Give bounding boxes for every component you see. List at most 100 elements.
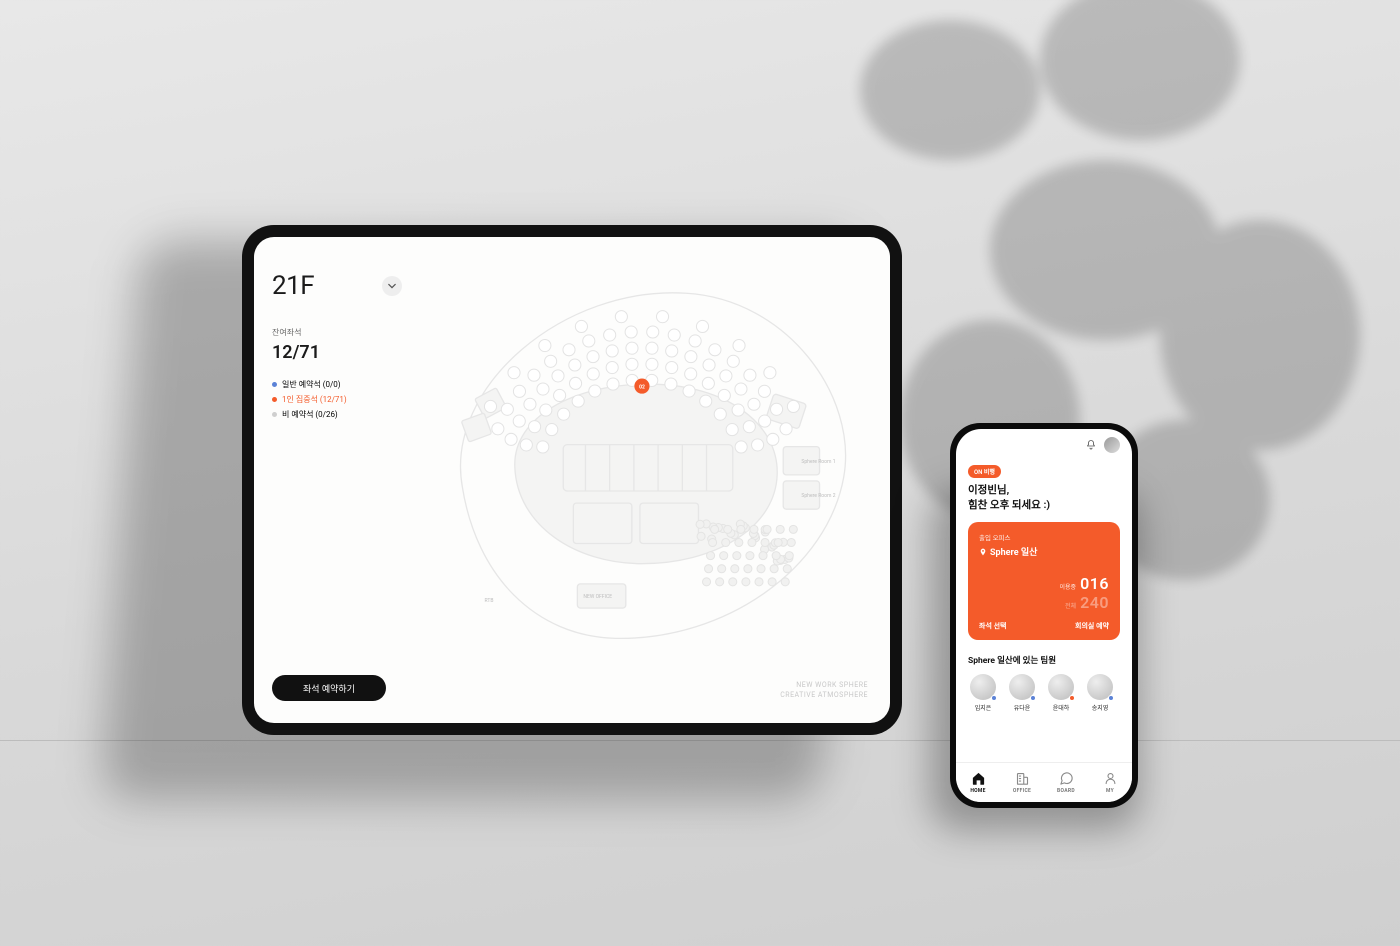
seat[interactable]	[529, 421, 541, 433]
card-stats: 이용중016 전체240	[1060, 574, 1109, 612]
teammate-name: 윤대하	[1046, 703, 1076, 712]
seat[interactable]	[771, 403, 783, 415]
teammate[interactable]: 윤대하	[1046, 674, 1076, 712]
card-action-seat[interactable]: 좌석 선택	[979, 621, 1007, 631]
seat[interactable]	[732, 404, 744, 416]
seat[interactable]	[513, 415, 525, 427]
seat[interactable]	[570, 377, 582, 389]
seat[interactable]	[587, 351, 599, 363]
footer-credit: NEW WORK SPHERE CREATIVE ATMOSPHERE	[780, 681, 868, 701]
seat[interactable]	[646, 342, 658, 354]
seat[interactable]	[666, 361, 678, 373]
seat[interactable]	[537, 383, 549, 395]
seat[interactable]	[702, 377, 714, 389]
team-row[interactable]: 임지은유다윤윤대하송지영김단하	[968, 674, 1120, 712]
seat[interactable]	[743, 421, 755, 433]
seat[interactable]	[508, 367, 520, 379]
seat[interactable]	[492, 423, 504, 435]
seat[interactable]	[726, 424, 738, 436]
seat[interactable]	[646, 358, 658, 370]
card-action-room[interactable]: 회의실 예약	[1075, 621, 1109, 631]
seat[interactable]	[787, 400, 799, 412]
seat[interactable]	[685, 351, 697, 363]
seat[interactable]	[569, 359, 581, 371]
home-icon	[971, 771, 986, 786]
seat[interactable]	[540, 404, 552, 416]
nav-label: HOME	[970, 788, 985, 794]
seat[interactable]	[539, 339, 551, 351]
seat[interactable]	[718, 389, 730, 401]
seat[interactable]	[709, 344, 721, 356]
office-card[interactable]: 출입 오피스 Sphere 일산 이용중016 전체240 좌석 선택 회의실 …	[968, 522, 1120, 640]
seat[interactable]	[615, 311, 627, 323]
seat[interactable]	[589, 385, 601, 397]
seat[interactable]	[700, 395, 712, 407]
seat[interactable]	[513, 385, 525, 397]
seat[interactable]	[685, 368, 697, 380]
seat[interactable]	[714, 408, 726, 420]
seat[interactable]	[668, 329, 680, 341]
seat[interactable]	[484, 400, 496, 412]
seat[interactable]	[606, 361, 618, 373]
seat[interactable]	[524, 398, 536, 410]
seat[interactable]	[587, 368, 599, 380]
seat[interactable]	[501, 403, 513, 415]
seat[interactable]	[689, 335, 701, 347]
seat[interactable]	[563, 344, 575, 356]
nav-home[interactable]: HOME	[956, 763, 1000, 802]
svg-text:02: 02	[639, 385, 645, 391]
my-icon	[1103, 771, 1118, 786]
seat[interactable]	[733, 339, 745, 351]
seat[interactable]	[748, 398, 760, 410]
reserve-seat-button[interactable]: 좌석 예약하기	[272, 675, 386, 701]
floor-map[interactable]: Sphere Room 1 Sphere Room 2 NEW OFFICE R…	[424, 265, 868, 669]
seat[interactable]	[545, 355, 557, 367]
seat[interactable]	[554, 389, 566, 401]
floor-dropdown[interactable]	[382, 276, 402, 296]
seat[interactable]	[720, 370, 732, 382]
seat[interactable]	[626, 358, 638, 370]
seat[interactable]	[735, 441, 747, 453]
seat[interactable]	[683, 385, 695, 397]
seat[interactable]	[666, 345, 678, 357]
seat[interactable]	[552, 370, 564, 382]
seat[interactable]	[604, 329, 616, 341]
seat[interactable]	[583, 335, 595, 347]
seat[interactable]	[625, 326, 637, 338]
seat[interactable]	[727, 355, 739, 367]
notifications-button[interactable]	[1084, 438, 1098, 452]
seat[interactable]	[764, 367, 776, 379]
teammate[interactable]: 임지은	[968, 674, 998, 712]
seat[interactable]	[780, 423, 792, 435]
seat[interactable]	[606, 345, 618, 357]
seat[interactable]	[703, 359, 715, 371]
avatar[interactable]	[1104, 437, 1120, 453]
seat[interactable]	[546, 424, 558, 436]
seat[interactable]	[665, 378, 677, 390]
seat[interactable]	[528, 369, 540, 381]
nav-board[interactable]: BOARD	[1044, 763, 1088, 802]
nav-my[interactable]: MY	[1088, 763, 1132, 802]
legend-item: 1인 집중석 (12/71)	[272, 392, 402, 407]
teammate[interactable]: 송지영	[1085, 674, 1115, 712]
seat[interactable]	[520, 439, 532, 451]
seat[interactable]	[735, 383, 747, 395]
teammate[interactable]: 유다윤	[1007, 674, 1037, 712]
nav-office[interactable]: OFFICE	[1000, 763, 1044, 802]
seat[interactable]	[656, 311, 668, 323]
seat[interactable]	[696, 320, 708, 332]
seat[interactable]	[758, 385, 770, 397]
seat[interactable]	[572, 395, 584, 407]
seat[interactable]	[626, 342, 638, 354]
seat[interactable]	[759, 415, 771, 427]
seat[interactable]	[607, 378, 619, 390]
seat[interactable]	[537, 441, 549, 453]
seat[interactable]	[744, 369, 756, 381]
selected-seat[interactable]: 02	[634, 379, 649, 394]
seat[interactable]	[752, 439, 764, 451]
seat[interactable]	[575, 320, 587, 332]
seat[interactable]	[767, 433, 779, 445]
seat[interactable]	[647, 326, 659, 338]
seat[interactable]	[505, 433, 517, 445]
seat[interactable]	[558, 408, 570, 420]
